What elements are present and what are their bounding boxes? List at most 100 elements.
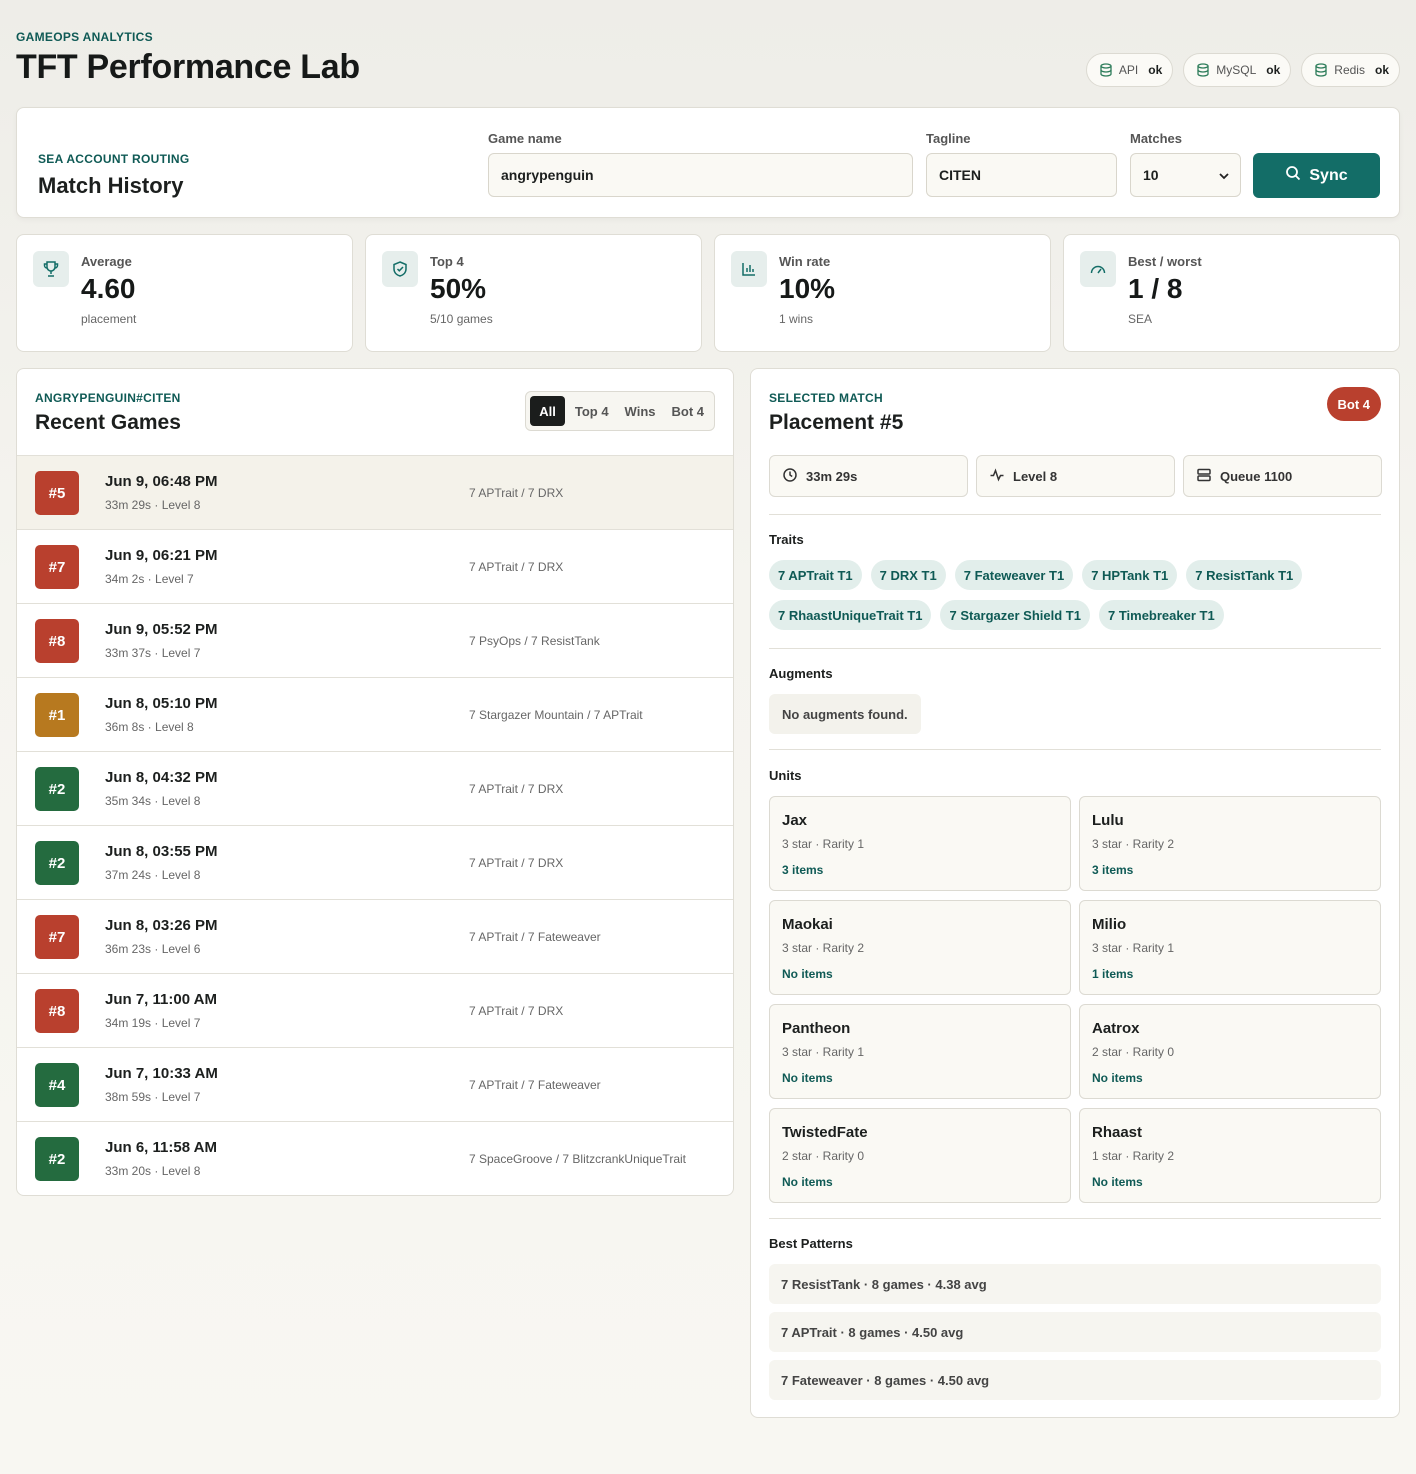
game-row[interactable]: #8 Jun 7, 11:00 AM 34m 19s · Level 7 7 A… [17, 973, 733, 1047]
trait-chip: 7 HPTank T1 [1082, 560, 1178, 590]
tagline-label: Tagline [926, 131, 971, 146]
augments-empty-state: No augments found. [769, 694, 921, 734]
database-icon [1196, 63, 1210, 77]
search-eyebrow: SEA ACCOUNT ROUTING [38, 152, 190, 166]
stat-label: Top 4 [430, 254, 464, 269]
filter-all[interactable]: All [530, 396, 565, 426]
augments-label: Augments [769, 666, 833, 681]
matches-value: 10 [1143, 167, 1159, 183]
unit-items: No items [782, 967, 833, 981]
placement-badge: #8 [35, 619, 79, 663]
unit-meta: 1 star · Rarity 2 [1092, 1149, 1175, 1163]
match-info-row: 33m 29s Level 8 Queue 1100 [769, 455, 1382, 497]
game-time: Jun 9, 06:48 PM [105, 473, 218, 490]
unit-card: Maokai 3 star · Rarity 2 No items [769, 900, 1071, 995]
units-grid: Jax 3 star · Rarity 1 3 items Lulu 3 sta… [769, 796, 1381, 1203]
unit-card: Jax 3 star · Rarity 1 3 items [769, 796, 1071, 891]
page-title: TFT Performance Lab [16, 48, 360, 86]
chevron-down-icon [1218, 169, 1230, 185]
unit-meta: 3 star · Rarity 2 [782, 941, 865, 955]
game-row[interactable]: #7 Jun 8, 03:26 PM 36m 23s · Level 6 7 A… [17, 899, 733, 973]
clock-icon [782, 467, 798, 486]
unit-items: 3 items [782, 863, 824, 877]
sync-label: Sync [1309, 166, 1348, 184]
recent-games-title: Recent Games [35, 411, 181, 434]
queue-chip: Queue 1100 [1183, 455, 1382, 497]
riot-id: ANGRYPENGUIN#CITEN [35, 391, 181, 405]
game-traits: 7 Stargazer Mountain / 7 APTrait [469, 708, 643, 722]
matches-select[interactable]: 10 [1130, 153, 1241, 197]
game-meta: 34m 19s · Level 7 [105, 1016, 201, 1030]
selected-match-eyebrow: SELECTED MATCH [769, 391, 883, 405]
game-row[interactable]: #5 Jun 9, 06:48 PM 33m 29s · Level 8 7 A… [17, 455, 733, 529]
filter-bot4[interactable]: Bot 4 [666, 396, 711, 426]
search-icon [1285, 165, 1301, 186]
traits-label: Traits [769, 532, 804, 547]
service-status: ok [1374, 63, 1389, 77]
unit-meta: 3 star · Rarity 1 [1092, 941, 1175, 955]
game-time: Jun 8, 03:26 PM [105, 917, 218, 934]
duration-value: 33m 29s [806, 468, 858, 484]
unit-name: Jax [782, 812, 808, 829]
game-meta: 35m 34s · Level 8 [105, 794, 201, 808]
sync-button[interactable]: Sync [1253, 153, 1380, 198]
recent-games-panel: ANGRYPENGUIN#CITEN Recent Games All Top … [16, 368, 734, 1196]
level-chip: Level 8 [976, 455, 1175, 497]
stat-label: Average [81, 254, 132, 269]
divider [769, 1218, 1381, 1219]
search-title: Match History [38, 173, 184, 198]
game-time: Jun 8, 05:10 PM [105, 695, 218, 712]
placement-badge: #2 [35, 1137, 79, 1181]
game-row[interactable]: #1 Jun 8, 05:10 PM 36m 8s · Level 8 7 St… [17, 677, 733, 751]
tagline-input[interactable]: CITEN [926, 153, 1117, 197]
placement-filter: All Top 4 Wins Bot 4 [525, 391, 715, 431]
game-time: Jun 8, 04:32 PM [105, 769, 218, 786]
game-meta: 36m 23s · Level 6 [105, 942, 201, 956]
stat-label: Win rate [779, 254, 831, 269]
game-meta: 33m 20s · Level 8 [105, 1164, 201, 1178]
trait-chip: 7 APTrait T1 [769, 560, 862, 590]
game-traits: 7 APTrait / 7 DRX [469, 486, 564, 500]
api-status-pill: API ok [1085, 53, 1174, 87]
stat-value: 1 / 8 [1128, 273, 1183, 304]
unit-card: Rhaast 1 star · Rarity 2 No items [1079, 1108, 1381, 1203]
game-time: Jun 7, 10:33 AM [105, 1065, 218, 1082]
game-row[interactable]: #2 Jun 6, 11:58 AM 33m 20s · Level 8 7 S… [17, 1121, 733, 1195]
game-meta: 37m 24s · Level 8 [105, 868, 201, 882]
unit-items: No items [1092, 1175, 1143, 1189]
game-row[interactable]: #7 Jun 9, 06:21 PM 34m 2s · Level 7 7 AP… [17, 529, 733, 603]
divider [769, 648, 1381, 649]
pattern-row: 7 Fateweaver · 8 games · 4.50 avg [769, 1360, 1381, 1400]
service-name: API [1118, 63, 1139, 77]
game-time: Jun 7, 11:00 AM [105, 991, 217, 1008]
unit-name: Maokai [782, 916, 833, 933]
trait-chip: 7 Timebreaker T1 [1098, 600, 1224, 630]
placement-badge: #7 [35, 545, 79, 589]
game-traits: 7 APTrait / 7 DRX [469, 856, 564, 870]
game-row[interactable]: #4 Jun 7, 10:33 AM 38m 59s · Level 7 7 A… [17, 1047, 733, 1121]
service-status: ok [1148, 63, 1163, 77]
game-row[interactable]: #8 Jun 9, 05:52 PM 33m 37s · Level 7 7 P… [17, 603, 733, 677]
unit-meta: 2 star · Rarity 0 [1092, 1045, 1175, 1059]
unit-items: No items [1092, 1071, 1143, 1085]
filter-wins[interactable]: Wins [619, 396, 662, 426]
game-traits: 7 APTrait / 7 Fateweaver [469, 930, 601, 944]
divider [769, 749, 1381, 750]
unit-meta: 3 star · Rarity 1 [782, 837, 865, 851]
game-time: Jun 6, 11:58 AM [105, 1139, 217, 1156]
unit-items: 1 items [1092, 967, 1134, 981]
unit-card: Lulu 3 star · Rarity 2 3 items [1079, 796, 1381, 891]
matches-label: Matches [1130, 131, 1183, 146]
game-row[interactable]: #2 Jun 8, 03:55 PM 37m 24s · Level 8 7 A… [17, 825, 733, 899]
service-status-group: API ok MySQL ok Redis ok [1085, 53, 1400, 87]
game-row[interactable]: #2 Jun 8, 04:32 PM 35m 34s · Level 8 7 A… [17, 751, 733, 825]
placement-badge: #1 [35, 693, 79, 737]
placement-badge: #5 [35, 471, 79, 515]
filter-top4[interactable]: Top 4 [569, 396, 615, 426]
stat-card-average: Average 4.60 placement [16, 234, 353, 352]
search-panel: SEA ACCOUNT ROUTING Match History Game n… [16, 107, 1400, 218]
unit-card: Aatrox 2 star · Rarity 0 No items [1079, 1004, 1381, 1099]
stat-value: 50% [430, 273, 487, 304]
unit-items: No items [782, 1071, 833, 1085]
game-name-input[interactable]: angrypenguin [488, 153, 913, 197]
